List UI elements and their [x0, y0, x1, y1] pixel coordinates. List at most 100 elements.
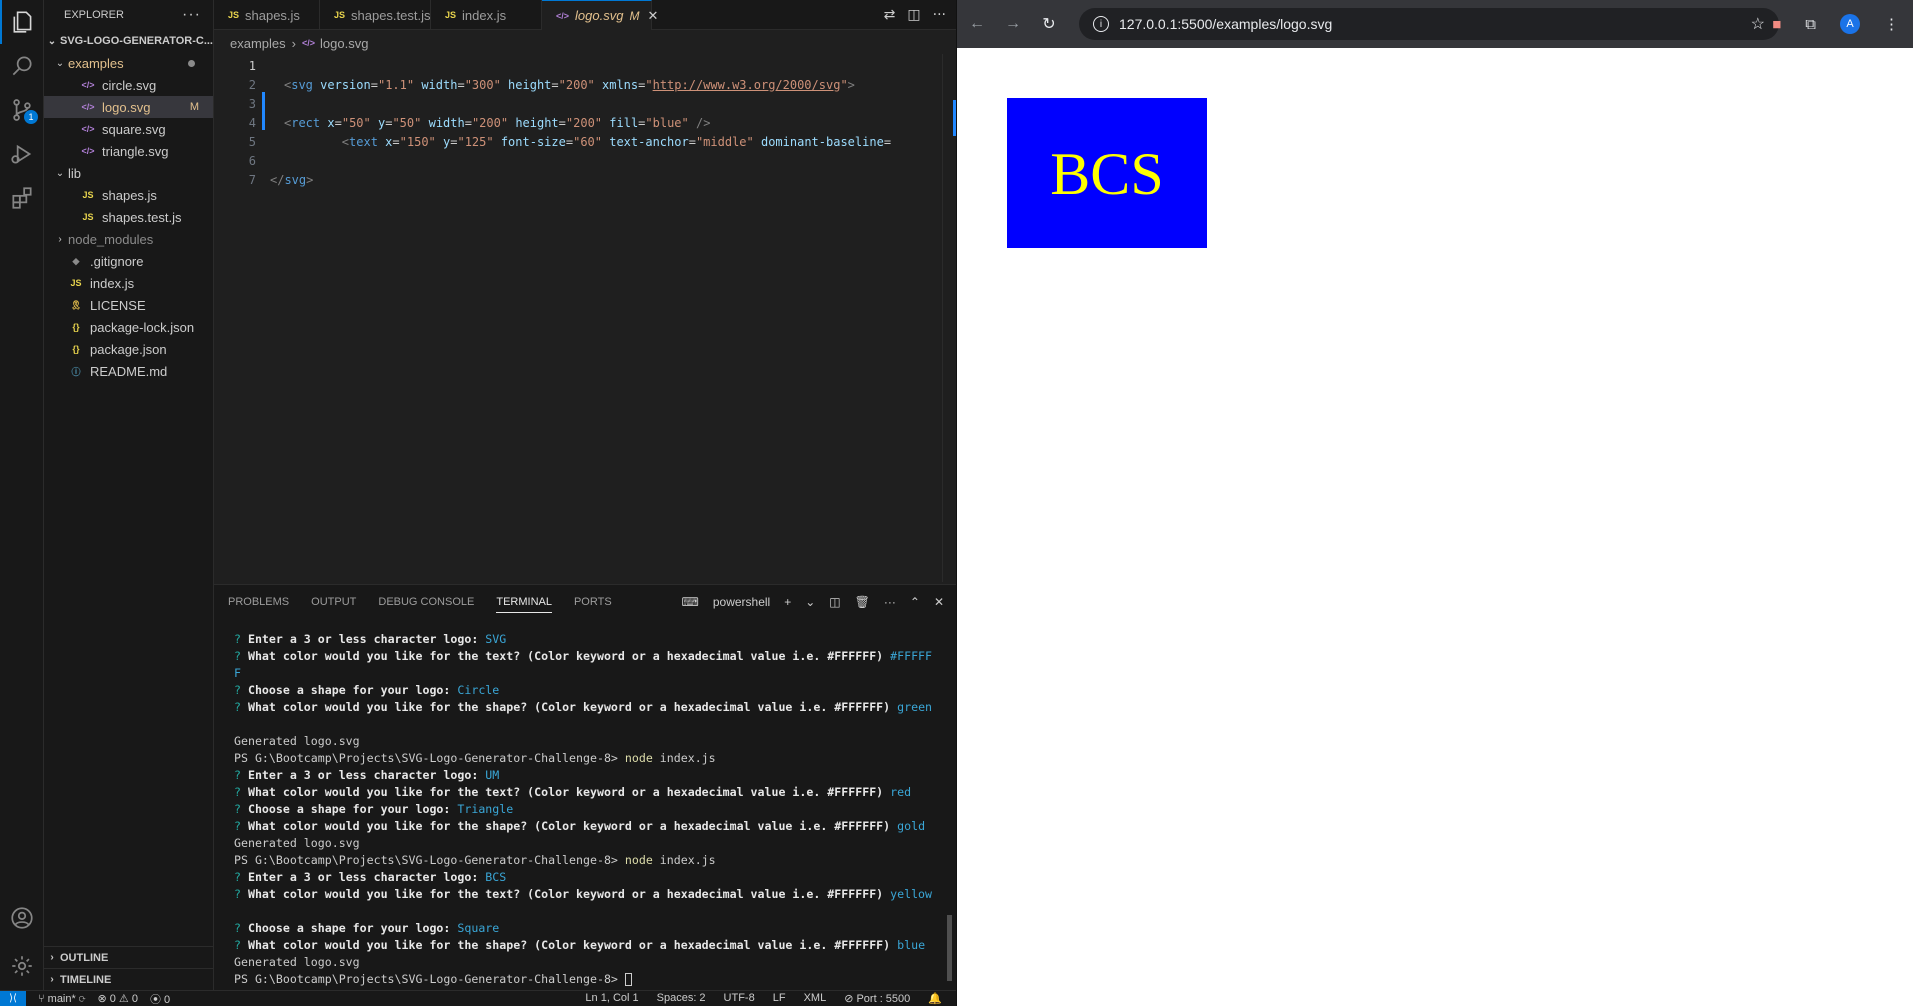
split-terminal-icon[interactable]: ◫ — [829, 595, 840, 609]
live-server-port[interactable]: ⊘ Port : 5500 — [844, 992, 910, 1005]
code-token: height — [508, 77, 552, 92]
terminal-question: What color would you like for the text? … — [247, 887, 884, 901]
new-terminal-icon[interactable]: + — [784, 595, 791, 609]
arrow-right-icon: → — [1005, 15, 1021, 32]
svg-file-icon: </> — [81, 124, 95, 134]
address-bar[interactable]: i 127.0.0.1:5500/examples/logo.svg ☆ — [1079, 8, 1779, 40]
tree-item-circle-svg[interactable]: </> circle.svg — [44, 74, 213, 96]
forward-button[interactable]: → — [995, 6, 1031, 42]
tree-item-shapes-js[interactable]: JS shapes.js — [44, 184, 213, 206]
browser-window: ← → ↻ i 127.0.0.1:5500/examples/logo.svg… — [956, 0, 1913, 1006]
manage-activity-button[interactable] — [0, 944, 44, 988]
tab-shapes-js[interactable]: JS shapes.js — [214, 0, 320, 30]
json-file-icon: {} — [72, 322, 80, 332]
search-activity-button[interactable] — [0, 44, 44, 88]
run-debug-activity-button[interactable] — [0, 132, 44, 176]
accounts-activity-button[interactable] — [0, 896, 44, 940]
explorer-more-button[interactable]: ··· — [182, 6, 201, 24]
timeline-section[interactable]: › TIMELINE — [44, 968, 213, 990]
eol-status[interactable]: LF — [773, 992, 786, 1005]
tree-item-package-json[interactable]: {} package.json — [44, 338, 213, 360]
tree-item-logo-svg[interactable]: </> logo.svg M — [44, 96, 213, 118]
tab-shapes-test-js[interactable]: JS shapes.test.js — [320, 0, 431, 30]
indentation-status[interactable]: Spaces: 2 — [657, 992, 706, 1005]
breadcrumb-file[interactable]: logo.svg — [320, 36, 368, 51]
tree-item-license[interactable]: 🎗 LICENSE — [44, 294, 213, 316]
extensions-puzzle-icon[interactable]: ⧉ — [1805, 16, 1816, 33]
tree-item-label: package.json — [90, 341, 167, 357]
tree-item-lib[interactable]: ⌄ lib — [44, 162, 213, 184]
more-actions-icon[interactable]: ··· — [884, 595, 896, 609]
code-line[interactable]: 7 </svg> — [214, 170, 956, 189]
back-button[interactable]: ← — [959, 6, 995, 42]
encoding-status[interactable]: UTF-8 — [724, 992, 755, 1005]
panel-tab-output[interactable]: OUTPUT — [311, 596, 356, 608]
split-editor-icon[interactable]: ◫ — [907, 7, 920, 23]
chevron-down-icon: ⌄ — [55, 167, 65, 179]
panel-tab-terminal[interactable]: TERMINAL — [496, 596, 552, 613]
terminal-question: Choose a shape for your logo: — [247, 921, 451, 935]
extensions-activity-button[interactable] — [0, 176, 44, 220]
tree-item-readme-md[interactable]: ⓘ README.md — [44, 360, 213, 382]
more-actions-icon[interactable]: ··· — [933, 7, 946, 23]
code-token: = — [558, 115, 566, 130]
explorer-activity-button[interactable] — [0, 0, 44, 44]
site-info-icon[interactable]: i — [1093, 16, 1109, 32]
problems-status[interactable]: ⊗ 0 ⚠ 0 — [97, 992, 138, 1005]
record-extension-icon[interactable]: ■ — [1772, 16, 1781, 33]
cursor-position[interactable]: Ln 1, Col 1 — [585, 992, 638, 1005]
tab-logo-svg[interactable]: </> logo.svg M ✕ — [542, 0, 658, 30]
maximize-panel-icon[interactable]: ⌃ — [910, 595, 920, 609]
trash-icon[interactable]: 🗑 — [855, 595, 870, 609]
code-editor[interactable]: 1 2 <svg version="1.1" width="300" height=… — [214, 54, 956, 582]
language-mode[interactable]: XML — [804, 992, 827, 1005]
svg-file-icon: </> — [301, 38, 315, 48]
code-line[interactable]: 6 — [214, 151, 956, 170]
bell-icon[interactable]: 🔔 — [928, 992, 942, 1005]
workspace-root[interactable]: ⌄ SVG-LOGO-GENERATOR-C... — [44, 30, 213, 52]
code-line[interactable]: 3 — [214, 94, 956, 113]
panel-tab-problems[interactable]: PROBLEMS — [228, 596, 289, 608]
tree-item-package-lock-json[interactable]: {} package-lock.json — [44, 316, 213, 338]
terminal-text: Generated logo.svg — [234, 836, 360, 850]
terminal-prompt: PS G:\Bootcamp\Projects\SVG-Logo-Generat… — [234, 853, 618, 867]
reload-button[interactable]: ↻ — [1031, 6, 1067, 42]
terminal-scrollbar[interactable] — [947, 915, 952, 981]
tree-item-index-js[interactable]: JS index.js — [44, 272, 213, 294]
close-icon[interactable]: ✕ — [647, 8, 658, 24]
code-token: "60" — [573, 134, 602, 149]
code-line[interactable]: 2 <svg version="1.1" width="300" height="… — [214, 75, 956, 94]
breadcrumb-folder[interactable]: examples — [230, 36, 286, 51]
tree-item-shapes-test-js[interactable]: JS shapes.test.js — [44, 206, 213, 228]
outline-section[interactable]: › OUTLINE — [44, 946, 213, 968]
tree-item-square-svg[interactable]: </> square.svg — [44, 118, 213, 140]
bookmark-star-icon[interactable]: ☆ — [1751, 14, 1765, 34]
line-number: 6 — [248, 153, 256, 168]
code-token: "200" — [565, 115, 603, 130]
svg-file-icon: </> — [81, 102, 95, 112]
source-control-activity-button[interactable]: 1 — [0, 88, 44, 132]
panel-tab-ports[interactable]: PORTS — [574, 596, 612, 608]
ports-status[interactable]: ⦿ 0 — [150, 991, 170, 1006]
code-line[interactable]: 5 <text x="150" y="125" font-size="60" t… — [214, 132, 956, 151]
terminal-shell-name[interactable]: powershell — [713, 595, 770, 609]
tab-index-js[interactable]: JS index.js — [431, 0, 542, 30]
remote-indicator-icon[interactable]: ⟩⟨ — [0, 990, 26, 1006]
tree-item--gitignore[interactable]: ◆ .gitignore — [44, 250, 213, 272]
panel-tab-debug-console[interactable]: DEBUG CONSOLE — [378, 596, 474, 608]
close-panel-icon[interactable]: ✕ — [934, 595, 944, 609]
compare-changes-icon[interactable]: ⇄ — [884, 7, 896, 23]
code-line[interactable]: 1 — [214, 56, 956, 75]
profile-avatar[interactable]: A — [1840, 14, 1860, 34]
chevron-down-icon[interactable]: ⌄ — [805, 595, 815, 609]
tree-item-examples[interactable]: ⌄ examples — [44, 52, 213, 74]
tree-item-triangle-svg[interactable]: </> triangle.svg — [44, 140, 213, 162]
tree-item-node-modules[interactable]: › node_modules — [44, 228, 213, 250]
terminal-output[interactable]: ? Enter a 3 or less character logo: SVG?… — [234, 631, 946, 988]
branch-status[interactable]: ⑂ main* ⟳ — [38, 993, 85, 1005]
browser-menu-icon[interactable]: ⋮ — [1884, 15, 1899, 33]
code-line[interactable]: 4 <rect x="50" y="50" width="200" height=… — [214, 113, 956, 132]
